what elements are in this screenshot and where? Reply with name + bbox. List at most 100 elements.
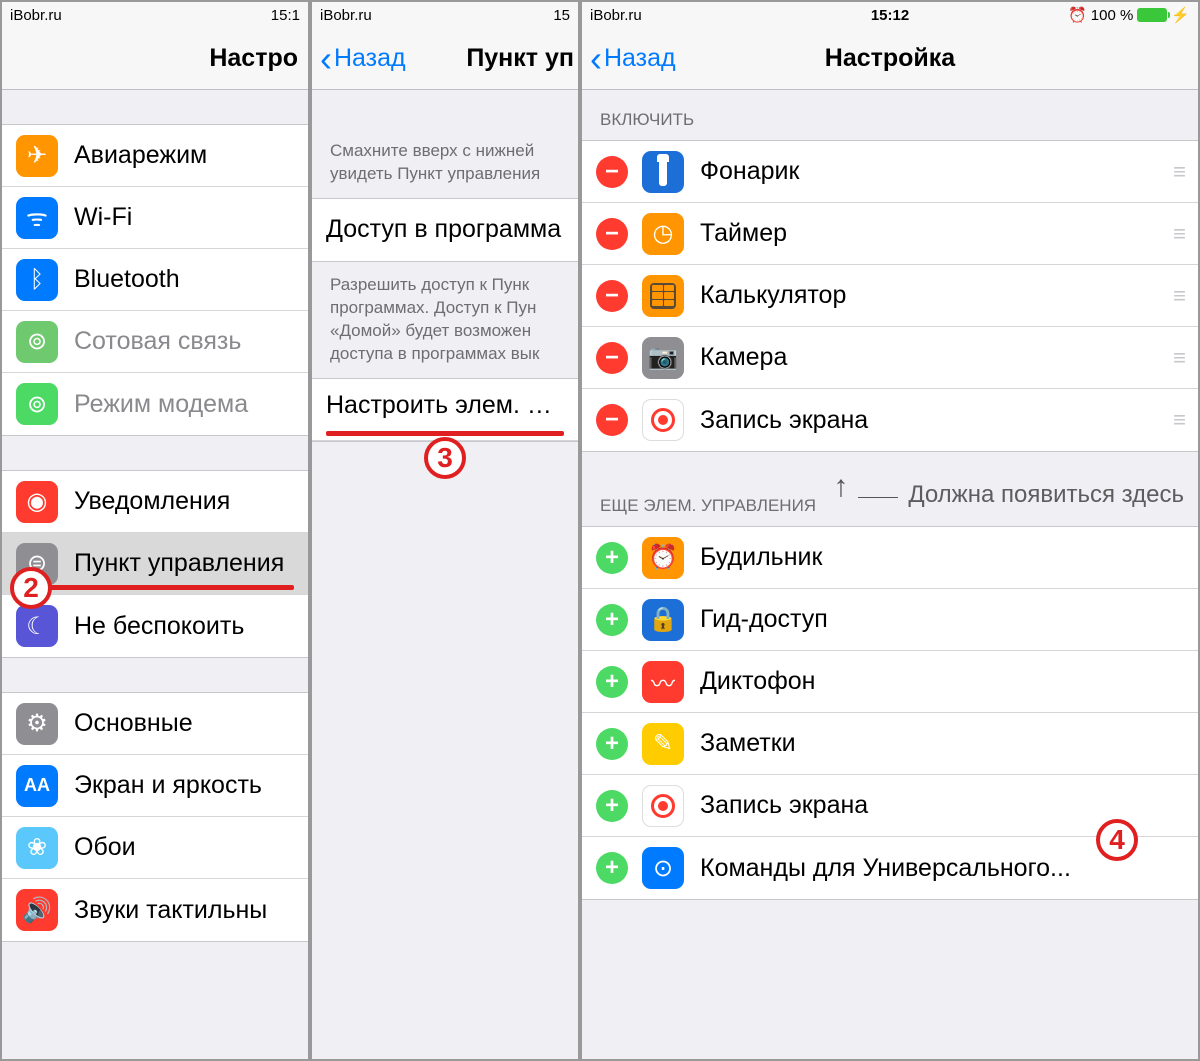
- settings-list-1: ✈Авиарежим ᯤ Wi-Fi ᛒBluetooth ⊚ Сотовая связь…: [2, 124, 308, 436]
- settings-row[interactable]: ⊚ Сотовая связь: [2, 311, 308, 373]
- back-button[interactable]: ‹ Назад: [320, 44, 406, 73]
- settings-row[interactable]: ✈Авиарежим: [2, 125, 308, 187]
- remove-button[interactable]: −: [596, 218, 628, 250]
- settings-row[interactable]: 🔊 Звуки тактильны: [2, 879, 308, 941]
- settings-row[interactable]: ◉ Уведомления: [2, 471, 308, 533]
- control-row[interactable]: + ⏰ Будильник: [582, 527, 1198, 589]
- control-row[interactable]: +🔒Гид-доступ: [582, 589, 1198, 651]
- drag-icon[interactable]: ≡: [1173, 159, 1184, 185]
- row-label: Таймер: [700, 219, 1173, 248]
- notes-icon: ✎: [642, 723, 684, 765]
- row-label: Калькулятор: [700, 281, 1173, 310]
- page-title: Настро: [209, 44, 298, 73]
- battery-label: 100 %: [1091, 7, 1134, 24]
- row-label: Пункт управления: [74, 549, 294, 578]
- sound-icon: 🔊: [16, 889, 58, 931]
- control-row[interactable]: −◷ Таймер≡: [582, 203, 1198, 265]
- row-label: Гид-доступ: [700, 605, 1184, 634]
- row-access-in-apps[interactable]: Доступ в программа: [312, 199, 578, 261]
- row-label: Режим модема: [74, 390, 294, 419]
- row-label: Экран и яркость: [74, 771, 294, 800]
- notif-icon: ◉: [16, 481, 58, 523]
- drag-icon[interactable]: ≡: [1173, 345, 1184, 371]
- control-row[interactable]: −📷Камера≡: [582, 327, 1198, 389]
- add-button[interactable]: +: [596, 604, 628, 636]
- carrier-label: iBobr.ru: [590, 7, 1068, 24]
- airplane-icon: ✈: [16, 135, 58, 177]
- settings-list-2: 2 ◉Уведомления⊜Пункт управления☾Не беспо…: [2, 470, 308, 658]
- settings-row[interactable]: ⊚ Режим модема: [2, 373, 308, 435]
- navbar: Настро: [2, 28, 308, 90]
- add-button[interactable]: +: [596, 542, 628, 574]
- record-icon: [642, 399, 684, 441]
- control-row[interactable]: + 〰 Диктофон: [582, 651, 1198, 713]
- remove-button[interactable]: −: [596, 342, 628, 374]
- battery-icon: [1137, 8, 1167, 22]
- alarm-icon: ⏰: [1068, 6, 1087, 24]
- charge-icon: ⚡: [1171, 6, 1190, 24]
- add-button[interactable]: +: [596, 666, 628, 698]
- drag-icon[interactable]: ≡: [1173, 407, 1184, 433]
- general-icon: ⚙: [16, 703, 58, 745]
- access-icon: ⊙: [642, 847, 684, 889]
- back-label: Назад: [604, 44, 676, 73]
- row-label: Bluetooth: [74, 265, 294, 294]
- annotation-badge-3: 3: [424, 437, 466, 479]
- time-label: 15:1: [271, 7, 300, 24]
- cellular-icon: ⊚: [16, 321, 58, 363]
- settings-row[interactable]: ᯤ Wi-Fi: [2, 187, 308, 249]
- control-row[interactable]: +✎Заметки: [582, 713, 1198, 775]
- remove-button[interactable]: −: [596, 156, 628, 188]
- row-label: Доступ в программа: [326, 215, 564, 244]
- display-icon: AA: [16, 765, 58, 807]
- settings-list-3: ⚙ Основные AA Экран и яркость ❀Обои 🔊 Звуки та…: [2, 692, 308, 942]
- row-label: Сотовая связь: [74, 327, 294, 356]
- row-label: Фонарик: [700, 157, 1173, 186]
- control-row[interactable]: −Запись экрана≡: [582, 389, 1198, 451]
- row-label: Уведомления: [74, 487, 294, 516]
- add-button[interactable]: +: [596, 852, 628, 884]
- wallpaper-icon: ❀: [16, 827, 58, 869]
- drag-icon[interactable]: ≡: [1173, 283, 1184, 309]
- row-label: Wi-Fi: [74, 203, 294, 232]
- camera-icon: 📷: [642, 337, 684, 379]
- row-label: Будильник: [700, 543, 1184, 572]
- time-label: 15:12: [871, 7, 909, 24]
- row-label: Основные: [74, 709, 294, 738]
- settings-row[interactable]: AA Экран и яркость: [2, 755, 308, 817]
- settings-row[interactable]: ᛒBluetooth: [2, 249, 308, 311]
- voice-icon: 〰: [642, 661, 684, 703]
- control-row[interactable]: − Калькулятор≡: [582, 265, 1198, 327]
- panel-control-center: iBobr.ru 15 ‹ Назад Пункт уп Смахните вв…: [310, 0, 580, 1061]
- status-bar: iBobr.ru 15:12 ⏰ 100 % ⚡: [582, 2, 1198, 28]
- add-button[interactable]: +: [596, 728, 628, 760]
- drag-icon[interactable]: ≡: [1173, 221, 1184, 247]
- section-header-include: ВКЛЮЧИТЬ: [582, 90, 1198, 140]
- flashlight-icon: [642, 151, 684, 193]
- hotspot-icon: ⊚: [16, 383, 58, 425]
- settings-row[interactable]: ☾Не беспокоить: [2, 595, 308, 657]
- settings-row[interactable]: ❀Обои: [2, 817, 308, 879]
- settings-row[interactable]: ⚙ Основные: [2, 693, 308, 755]
- status-bar: iBobr.ru 15:1: [2, 2, 308, 28]
- back-button[interactable]: ‹ Назад: [590, 44, 676, 73]
- more-list: 4 +⏰Будильник+🔒Гид-доступ+〰Диктофон+✎Зам…: [582, 526, 1198, 900]
- panel-settings: iBobr.ru 15:1 Настро ✈Авиарежим ᯤ Wi-Fi ᛒBl…: [0, 0, 310, 1061]
- annotation-underline: [326, 431, 564, 436]
- row-customize[interactable]: Настроить элем. упр: [312, 379, 578, 441]
- add-button[interactable]: +: [596, 790, 628, 822]
- annotation-underline: [16, 585, 294, 590]
- row-label: Звуки тактильны: [74, 896, 294, 925]
- timer-icon: ◷: [642, 213, 684, 255]
- remove-button[interactable]: −: [596, 404, 628, 436]
- customize-row: Настроить элем. упр 3: [312, 378, 578, 442]
- remove-button[interactable]: −: [596, 280, 628, 312]
- wifi-icon: ᯤ: [16, 197, 58, 239]
- back-label: Назад: [334, 44, 406, 73]
- record-icon: [642, 785, 684, 827]
- row-label: Диктофон: [700, 667, 1184, 696]
- navbar: ‹ Назад Настройка: [582, 28, 1198, 90]
- page-title: Настройка: [825, 44, 955, 73]
- control-row[interactable]: − Фонарик≡: [582, 141, 1198, 203]
- alarm-icon: ⏰: [642, 537, 684, 579]
